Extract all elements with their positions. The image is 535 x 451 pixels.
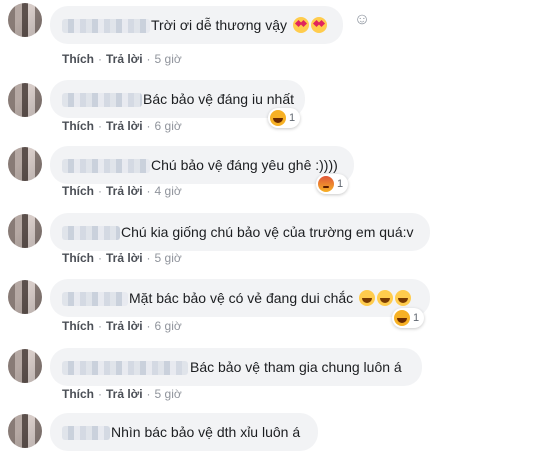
author-name-blurred[interactable] xyxy=(62,93,142,107)
laughing-face-icon xyxy=(359,290,376,306)
comment-bubble: Bác bảo vệ tham gia chung luôn á xyxy=(50,348,422,386)
avatar[interactable] xyxy=(8,414,42,448)
reaction-count[interactable]: 1 xyxy=(392,308,425,328)
avatar[interactable] xyxy=(8,214,42,248)
comment-bubble: Chú bảo vệ đáng yêu ghê :)))) xyxy=(50,146,354,184)
comment-bubble: Nhìn bác bảo vệ dth xỉu luôn á xyxy=(50,413,318,451)
comment-bubble: Chú kia giống chú bảo vệ của trường em q… xyxy=(50,213,430,251)
comment-text: Mặt bác bảo vệ có vẻ đang dui chắc xyxy=(129,289,412,307)
comment-bubble: Mặt bác bảo vệ có vẻ đang dui chắc xyxy=(50,279,430,317)
comment-text: Chú kia giống chú bảo vệ của trường em q… xyxy=(121,224,414,240)
comment-text: Bác bảo vệ đáng iu nhất xyxy=(143,91,295,107)
reply-button[interactable]: Trả lời xyxy=(106,319,143,333)
timestamp[interactable]: 4 giờ xyxy=(155,184,182,198)
timestamp[interactable]: 6 giờ xyxy=(155,119,182,133)
avatar[interactable] xyxy=(8,3,42,37)
like-button[interactable]: Thích xyxy=(62,251,94,265)
avatar[interactable] xyxy=(8,83,42,117)
timestamp[interactable]: 6 giờ xyxy=(155,319,182,333)
comment-bubble: Trời ơi dễ thương vậy xyxy=(50,6,343,44)
like-button[interactable]: Thích xyxy=(62,387,94,401)
reaction-count[interactable]: 1 xyxy=(316,174,349,194)
haha-icon xyxy=(394,310,410,326)
comment-actions: Thích · Trả lời · 6 giờ xyxy=(62,119,182,133)
comment-actions: Thích · Trả lời · 5 giờ xyxy=(62,52,182,66)
comment-actions: Thích · Trả lời · 5 giờ xyxy=(62,387,182,401)
comment-text: Bác bảo vệ tham gia chung luôn á xyxy=(190,359,402,375)
angry-icon xyxy=(318,176,334,192)
author-name-blurred[interactable] xyxy=(62,159,150,173)
like-button[interactable]: Thích xyxy=(62,52,94,66)
like-button[interactable]: Thích xyxy=(62,119,94,133)
timestamp[interactable]: 5 giờ xyxy=(155,387,182,401)
like-button[interactable]: Thích xyxy=(62,184,94,198)
author-name-blurred[interactable] xyxy=(62,426,110,440)
more-options-icon[interactable]: ☺ xyxy=(352,10,372,30)
comment-text: Nhìn bác bảo vệ dth xỉu luôn á xyxy=(111,424,301,440)
reply-button[interactable]: Trả lời xyxy=(106,119,143,133)
smiling-face-with-hearts-icon xyxy=(310,17,327,33)
comment-actions: Thích · Trả lời · 4 giờ xyxy=(62,184,182,198)
author-name-blurred[interactable] xyxy=(62,361,188,375)
like-button[interactable]: Thích xyxy=(62,319,94,333)
reply-button[interactable]: Trả lời xyxy=(106,387,143,401)
comment-text: Chú bảo vệ đáng yêu ghê :)))) xyxy=(151,157,338,173)
avatar[interactable] xyxy=(8,147,42,181)
reaction-count[interactable]: 1 xyxy=(268,108,301,128)
laughing-face-icon xyxy=(377,290,394,306)
smiling-face-with-hearts-icon xyxy=(292,17,309,33)
comment-bubble: Bác bảo vệ đáng iu nhất xyxy=(50,80,305,118)
comment-actions: Thích · Trả lời · 5 giờ xyxy=(62,251,182,265)
comment-text: Trời ơi dễ thương vậy xyxy=(151,16,327,34)
avatar[interactable] xyxy=(8,349,42,383)
avatar[interactable] xyxy=(8,280,42,314)
author-name-blurred[interactable] xyxy=(62,292,128,306)
reply-button[interactable]: Trả lời xyxy=(106,251,143,265)
author-name-blurred[interactable] xyxy=(62,226,120,240)
timestamp[interactable]: 5 giờ xyxy=(155,251,182,265)
author-name-blurred[interactable] xyxy=(62,19,150,33)
reply-button[interactable]: Trả lời xyxy=(106,184,143,198)
haha-icon xyxy=(270,110,286,126)
reply-button[interactable]: Trả lời xyxy=(106,52,143,66)
comment-actions: Thích · Trả lời · 6 giờ xyxy=(62,319,182,333)
timestamp[interactable]: 5 giờ xyxy=(155,52,182,66)
laughing-face-icon xyxy=(395,290,412,306)
